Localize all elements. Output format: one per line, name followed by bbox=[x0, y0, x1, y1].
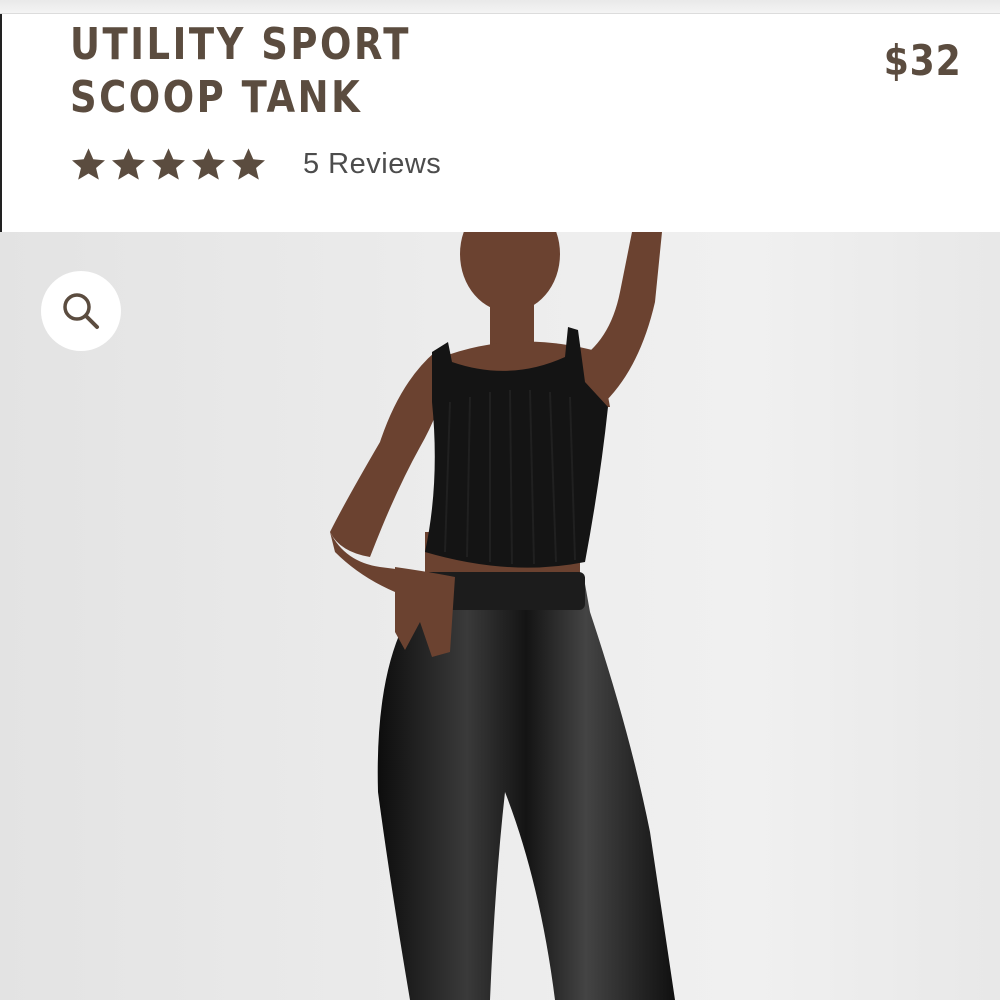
star-rating bbox=[70, 146, 267, 183]
reviews-link[interactable]: 5 Reviews bbox=[303, 148, 441, 181]
star-icon bbox=[72, 147, 105, 180]
product-title: UTILITY SPORT SCOOP TANK bbox=[70, 19, 412, 123]
rating-row[interactable]: 5 Reviews bbox=[70, 142, 441, 186]
star-icon bbox=[192, 147, 225, 180]
product-photo bbox=[0, 232, 1000, 1000]
zoom-button[interactable] bbox=[41, 271, 121, 351]
product-price: $32 bbox=[884, 36, 962, 85]
product-header: UTILITY SPORT SCOOP TANK $32 5 Reviews bbox=[0, 14, 1000, 232]
star-icon bbox=[152, 147, 185, 180]
browser-top-edge bbox=[0, 0, 1000, 14]
product-image-gallery[interactable] bbox=[0, 232, 1000, 1000]
star-icon bbox=[232, 147, 265, 180]
star-icon bbox=[112, 147, 145, 180]
search-icon bbox=[63, 293, 99, 329]
